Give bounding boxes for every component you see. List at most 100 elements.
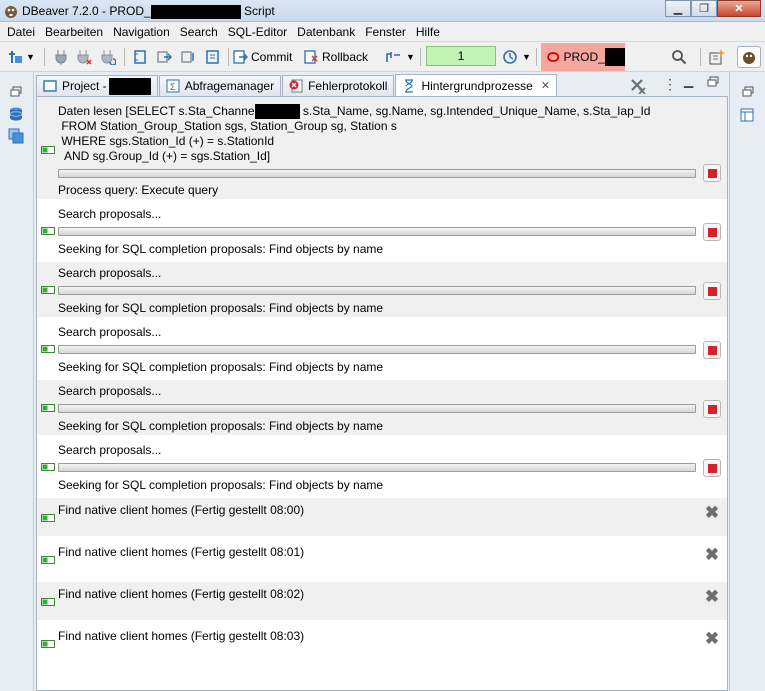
chevron-down-icon: ▼ <box>406 52 415 62</box>
database-icon <box>9 107 23 121</box>
cancel-job-button[interactable] <box>703 459 721 477</box>
menu-datei[interactable]: Datei <box>2 23 40 41</box>
cancel-job-button[interactable] <box>703 341 721 359</box>
job-item[interactable]: Search proposals... Seeking for SQL comp… <box>37 380 727 435</box>
search-button[interactable] <box>671 46 687 68</box>
commit-icon <box>233 50 248 64</box>
projects-button[interactable] <box>8 128 24 147</box>
stop-icon <box>707 168 717 178</box>
job-item[interactable]: Daten lesen [SELECT s.Sta_Channe s.Sta_N… <box>37 97 727 199</box>
cancel-job-button[interactable] <box>703 164 721 182</box>
invalidate-button[interactable] <box>100 46 116 68</box>
remove-all-finished-button[interactable] <box>630 78 646 97</box>
outline-button[interactable] <box>740 108 754 125</box>
tab-fehlerprotokoll[interactable]: Fehlerprotokoll <box>282 75 395 96</box>
cancel-job-button[interactable] <box>703 282 721 300</box>
remove-job-icon[interactable]: ✖ <box>704 504 720 521</box>
stop-icon <box>707 227 717 237</box>
finished-job-item[interactable]: Find native client homes (Fertig gestell… <box>37 498 727 536</box>
connect-button[interactable] <box>54 46 68 68</box>
job-status-icon <box>41 556 55 564</box>
remove-job-icon[interactable]: ✖ <box>704 546 720 563</box>
restore-view-button[interactable] <box>742 86 754 101</box>
job-status-icon <box>41 404 55 412</box>
menu-hilfe[interactable]: Hilfe <box>411 23 445 41</box>
rollback-mode-button[interactable] <box>205 46 221 68</box>
dbeaver-logo-icon <box>5 6 17 18</box>
auto-commit-icon <box>386 52 400 62</box>
remove-job-icon[interactable]: ✖ <box>704 588 720 605</box>
dbeaver-perspective-button[interactable] <box>737 46 761 68</box>
chevron-down-icon: ▼ <box>26 52 35 62</box>
error-log-icon <box>289 79 303 93</box>
isolation-icon <box>181 51 194 63</box>
database-navigator-button[interactable] <box>8 106 24 125</box>
minimize-view-icon[interactable]: ▁ <box>684 74 693 88</box>
active-connection-selector[interactable]: PROD_ <box>541 43 625 71</box>
close-button[interactable]: ✕ <box>717 0 761 17</box>
finished-job-item[interactable]: Find native client homes (Fertig gestell… <box>37 582 727 620</box>
window-title-suffix: Script <box>240 4 275 18</box>
transaction-mode-dropdown[interactable]: ▼ <box>384 46 415 68</box>
finished-job-item[interactable]: Find native client homes (Fertig gestell… <box>37 624 727 662</box>
progress-bar <box>58 286 696 295</box>
right-trim-bar <box>729 72 765 691</box>
tab-hintergrundprozesse[interactable]: Hintergrundprozesse ✕ <box>395 74 558 96</box>
progress-bar <box>58 227 696 236</box>
rollback-icon <box>304 50 318 64</box>
job-title: Search proposals... <box>58 384 162 398</box>
rollback-label: Rollback <box>322 50 369 64</box>
menu-datenbank[interactable]: Datenbank <box>292 23 360 41</box>
projects-icon <box>8 128 24 144</box>
restore-view-button[interactable] <box>10 86 22 101</box>
redacted-block <box>254 104 300 120</box>
menu-bearbeiten[interactable]: Bearbeiten <box>40 23 108 41</box>
finished-job-item[interactable]: Find native client homes (Fertig gestell… <box>37 540 727 578</box>
progress-view: Daten lesen [SELECT s.Sta_Channe s.Sta_N… <box>36 96 728 691</box>
smart-commit-button[interactable] <box>156 46 172 68</box>
menu-fenster[interactable]: Fenster <box>360 23 411 41</box>
window-title: DBeaver 7.2.0 - PROD_ Script <box>22 4 275 19</box>
left-trim-bar <box>0 72 34 691</box>
job-item[interactable]: Search proposals... Seeking for SQL comp… <box>37 439 727 494</box>
job-status-icon <box>41 286 55 294</box>
close-tab-icon[interactable]: ✕ <box>541 79 550 92</box>
menu-navigation[interactable]: Navigation <box>108 23 175 41</box>
cancel-job-button[interactable] <box>703 223 721 241</box>
cancel-job-button[interactable] <box>703 400 721 418</box>
unplug-icon <box>77 50 92 65</box>
job-item[interactable]: Search proposals... Seeking for SQL comp… <box>37 203 727 258</box>
close-icon: ✕ <box>734 3 744 15</box>
job-query-line: WHERE sgs.Station_Id (+) = s.StationId <box>58 134 275 148</box>
menu-sql-editor[interactable]: SQL-Editor <box>223 23 292 41</box>
tab-project[interactable]: Project - <box>36 75 158 96</box>
disconnect-button[interactable] <box>76 46 92 68</box>
tab-label: Fehlerprotokoll <box>308 79 388 93</box>
redacted-block <box>604 48 625 66</box>
view-menu-icon[interactable]: ⋮ <box>663 76 677 93</box>
menu-search[interactable]: Search <box>175 23 223 41</box>
job-title: Daten lesen [SELECT s.Sta_Channe s.Sta_N… <box>58 104 651 120</box>
tx-mode-button[interactable] <box>132 46 148 68</box>
job-title: Find native client homes (Fertig gestell… <box>58 545 305 559</box>
tab-label: Abfragemanager <box>184 79 275 93</box>
tab-abfragemanager[interactable]: Σ Abfragemanager <box>158 75 282 96</box>
history-button[interactable]: ▼ <box>502 46 531 68</box>
redacted-block <box>108 77 151 95</box>
maximize-button[interactable]: ❐ <box>691 0 717 17</box>
maximize-view-button[interactable] <box>707 76 719 91</box>
job-item[interactable]: Search proposals... Seeking for SQL comp… <box>37 321 727 376</box>
progress-bar <box>58 463 696 472</box>
transaction-count-field[interactable]: 1 <box>426 46 496 66</box>
open-perspective-button[interactable] <box>708 46 726 68</box>
remove-job-icon[interactable]: ✖ <box>704 630 720 647</box>
isolation-button[interactable] <box>180 46 196 68</box>
job-item[interactable]: Search proposals... Seeking for SQL comp… <box>37 262 727 317</box>
rollback-button[interactable]: Rollback <box>303 46 368 68</box>
job-title: Find native client homes (Fertig gestell… <box>58 629 305 643</box>
stop-icon <box>707 286 717 296</box>
new-connection-button[interactable]: ▼ <box>6 46 35 68</box>
commit-button[interactable]: Commit <box>232 46 292 68</box>
minimize-button[interactable]: ▁ <box>665 0 691 17</box>
project-icon <box>43 80 57 92</box>
